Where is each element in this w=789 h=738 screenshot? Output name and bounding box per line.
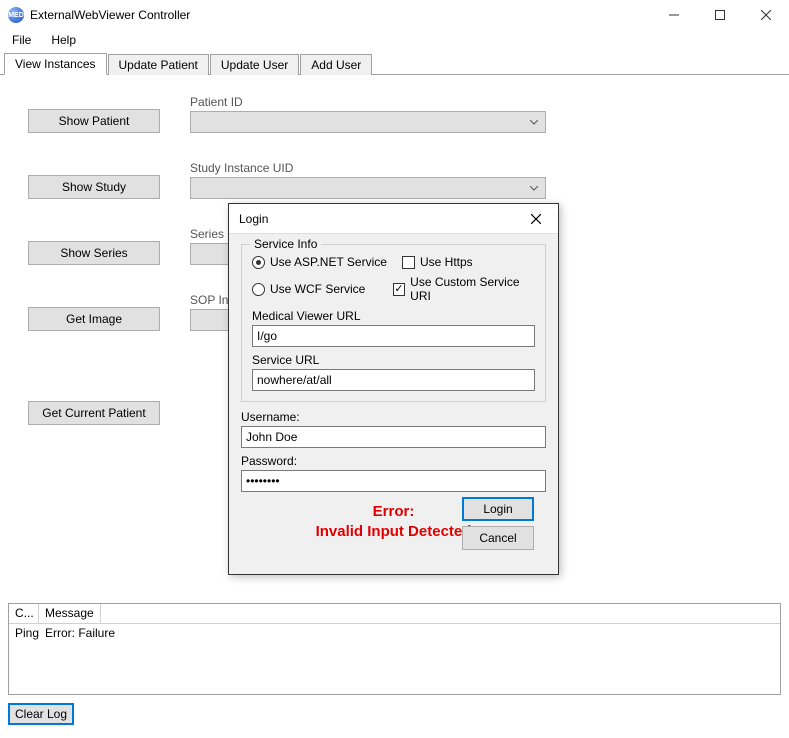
show-study-button[interactable]: Show Study [28, 175, 160, 199]
chevron-down-icon [525, 178, 543, 198]
medical-viewer-url-input[interactable] [252, 325, 535, 347]
dialog-title: Login [239, 212, 268, 226]
password-label: Password: [241, 454, 546, 468]
patient-id-combo[interactable] [190, 111, 546, 133]
menu-help[interactable]: Help [47, 31, 80, 49]
service-url-label: Service URL [252, 353, 535, 367]
tab-update-patient[interactable]: Update Patient [108, 54, 209, 75]
error-line1: Error: [373, 503, 415, 520]
medical-viewer-url-label: Medical Viewer URL [252, 309, 535, 323]
tab-strip: View Instances Update Patient Update Use… [0, 52, 789, 75]
log-column-spacer [101, 604, 780, 624]
username-label: Username: [241, 410, 546, 424]
radio-asp-net[interactable]: Use ASP.NET Service [252, 255, 402, 269]
window-titlebar: MED ExternalWebViewer Controller [0, 0, 789, 30]
patient-id-label: Patient ID [190, 95, 546, 109]
dialog-close-button[interactable] [514, 204, 558, 234]
error-line2: Invalid Input Detected [316, 523, 472, 540]
log-cell-message: Error: Failure [39, 624, 121, 644]
get-image-button[interactable]: Get Image [28, 307, 160, 331]
service-url-input[interactable] [252, 369, 535, 391]
log-row[interactable]: Ping Error: Failure [9, 624, 780, 644]
radio-icon [252, 283, 265, 296]
menu-file[interactable]: File [8, 31, 35, 49]
show-series-button[interactable]: Show Series [28, 241, 160, 265]
password-input[interactable] [241, 470, 546, 492]
checkbox-icon: ✓ [393, 283, 405, 296]
tab-add-user[interactable]: Add User [300, 54, 372, 75]
tab-update-user[interactable]: Update User [210, 54, 299, 75]
clear-log-button[interactable]: Clear Log [8, 703, 74, 725]
cancel-button[interactable]: Cancel [462, 526, 534, 550]
show-patient-button[interactable]: Show Patient [28, 109, 160, 133]
log-column-c[interactable]: C... [9, 604, 39, 624]
radio-wcf-label: Use WCF Service [270, 282, 365, 296]
login-button[interactable]: Login [462, 497, 534, 521]
study-uid-label: Study Instance UID [190, 161, 546, 175]
service-info-label: Service Info [250, 237, 321, 251]
tab-view-instances[interactable]: View Instances [4, 53, 107, 75]
service-info-group: Service Info Use ASP.NET Service Use Htt… [241, 244, 546, 402]
menu-bar: File Help [0, 30, 789, 50]
window-title: ExternalWebViewer Controller [30, 8, 190, 22]
checkbox-https[interactable]: Use Https [402, 255, 473, 269]
log-panel: C... Message Ping Error: Failure [8, 603, 781, 695]
close-button[interactable] [743, 0, 789, 30]
login-dialog: Login Service Info Use ASP.NET Service U… [228, 203, 559, 575]
checkbox-custom-uri[interactable]: ✓ Use Custom Service URI [393, 275, 535, 303]
log-header: C... Message [9, 604, 780, 624]
radio-icon [252, 256, 265, 269]
username-input[interactable] [241, 426, 546, 448]
chevron-down-icon [525, 112, 543, 132]
app-icon: MED [8, 7, 24, 23]
dialog-titlebar[interactable]: Login [229, 204, 558, 234]
study-uid-combo[interactable] [190, 177, 546, 199]
checkbox-https-label: Use Https [420, 255, 473, 269]
log-cell-c: Ping [9, 624, 39, 644]
radio-asp-net-label: Use ASP.NET Service [270, 255, 387, 269]
radio-wcf[interactable]: Use WCF Service [252, 275, 393, 303]
log-column-message[interactable]: Message [39, 604, 101, 624]
maximize-button[interactable] [697, 0, 743, 30]
checkbox-icon [402, 256, 415, 269]
get-current-patient-button[interactable]: Get Current Patient [28, 401, 160, 425]
checkbox-custom-uri-label: Use Custom Service URI [410, 275, 535, 303]
minimize-button[interactable] [651, 0, 697, 30]
